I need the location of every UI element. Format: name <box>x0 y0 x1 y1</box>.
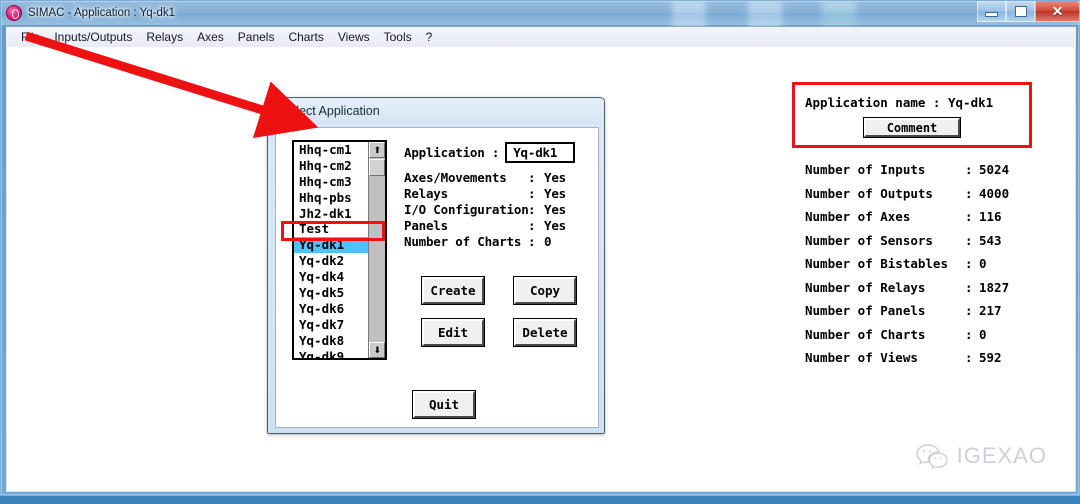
stat-value: 0 <box>979 256 987 272</box>
edit-button[interactable]: Edit <box>422 319 484 346</box>
list-item[interactable]: Hhq-cm1 <box>294 142 368 158</box>
property-panels: Panels : Yes <box>404 218 566 233</box>
property-value: Yes <box>544 218 566 233</box>
application-field-row: Application : Yq-dk1 <box>404 142 576 163</box>
application-info-panel: Application name : Yq-dk1 Comment Number… <box>792 82 1032 370</box>
list-item[interactable]: Test <box>294 221 368 237</box>
quit-button[interactable]: Quit <box>413 391 475 418</box>
list-item[interactable]: Yq-dk2 <box>294 253 368 269</box>
watermark-text: IGEXAO <box>956 443 1047 468</box>
application-properties: Axes/Movements : Yes Relays : Yes I/O Co… <box>404 170 584 250</box>
comment-button[interactable]: Comment <box>864 118 960 137</box>
list-item-selected[interactable]: Yq-dk1 <box>294 237 369 254</box>
window-title: SIMAC - Application : Yq-dk1 <box>28 7 176 19</box>
app-circle-icon <box>6 5 22 21</box>
property-io-configuration: I/O Configuration : Yes <box>404 202 566 217</box>
list-item[interactable]: Hhq-cm2 <box>294 158 368 174</box>
scroll-up-arrow-icon[interactable]: ⬆ <box>369 142 386 158</box>
menu-bar: File Inputs/Outputs Relays Axes Panels C… <box>6 26 1076 47</box>
list-item[interactable]: Yq-dk5 <box>294 285 368 301</box>
menu-item-file[interactable]: File <box>14 28 47 46</box>
select-application-dialog: Select Application Hhq-cm1 Hhq-cm2 Hhq-c… <box>267 97 605 434</box>
maximize-button[interactable] <box>1006 1 1035 22</box>
menu-item-axes[interactable]: Axes <box>190 28 231 46</box>
copy-button[interactable]: Copy <box>514 277 576 304</box>
scroll-down-arrow-icon[interactable]: ⬇ <box>369 342 386 358</box>
menu-item-relays[interactable]: Relays <box>139 28 190 46</box>
watermark: IGEXAO <box>915 443 1047 469</box>
menu-item-panels[interactable]: Panels <box>231 28 282 46</box>
menu-item-views[interactable]: Views <box>331 28 377 46</box>
list-item[interactable]: Hhq-pbs <box>294 190 368 206</box>
property-number-of-charts: Number of Charts : 0 <box>404 234 552 249</box>
stat-row-charts: Number of Charts : 0 <box>805 326 987 342</box>
menu-item-inputs-outputs[interactable]: Inputs/Outputs <box>47 28 139 46</box>
dialog-body: Hhq-cm1 Hhq-cm2 Hhq-cm3 Hhq-pbs Jh2-dk1 … <box>275 127 599 428</box>
property-value: Yes <box>544 202 566 217</box>
menu-item-charts[interactable]: Charts <box>281 28 330 46</box>
dialog-title: Select Application <box>268 98 604 124</box>
list-item[interactable]: Yq-dk7 <box>294 317 368 333</box>
stat-row-axes: Number of Axes : 116 <box>805 209 1002 225</box>
stat-row-inputs: Number of Inputs : 5024 <box>805 162 1010 178</box>
list-item[interactable]: Hhq-cm3 <box>294 174 368 190</box>
stat-value: 116 <box>979 209 1002 225</box>
application-header-highlight: Application name : Yq-dk1 Comment <box>792 82 1032 148</box>
stat-value: 4000 <box>979 185 1010 201</box>
property-value: Yes <box>544 170 566 185</box>
list-item[interactable]: Yq-dk9 <box>294 349 368 358</box>
stat-row-views: Number of Views : 592 <box>805 350 1002 366</box>
menu-item-help[interactable]: ? <box>419 28 440 46</box>
stat-value: 1827 <box>979 279 1010 295</box>
list-item[interactable]: Yq-dk6 <box>294 301 368 317</box>
property-value: 0 <box>544 234 552 249</box>
application-listbox[interactable]: Hhq-cm1 Hhq-cm2 Hhq-cm3 Hhq-pbs Jh2-dk1 … <box>292 140 387 360</box>
stat-value: 0 <box>979 326 987 342</box>
application-label: Application : <box>404 145 500 160</box>
close-icon[interactable]: ✕ <box>1035 1 1080 22</box>
application-name-line: Application name : Yq-dk1 <box>805 95 994 110</box>
client-area: Select Application Hhq-cm1 Hhq-cm2 Hhq-c… <box>6 47 1076 492</box>
list-item[interactable]: Yq-dk8 <box>294 333 368 349</box>
stat-value: 5024 <box>979 162 1010 178</box>
scrollbar-thumb[interactable] <box>369 159 386 176</box>
stat-row-outputs: Number of Outputs : 4000 <box>805 185 1010 201</box>
list-item[interactable]: Yq-dk4 <box>294 269 368 285</box>
title-bar[interactable]: SIMAC - Application : Yq-dk1 ✕ <box>1 1 1080 25</box>
stat-row-bistables: Number of Bistables : 0 <box>805 256 987 272</box>
window-controls: ✕ <box>977 1 1080 22</box>
stat-value: 217 <box>979 303 1002 319</box>
property-relays: Relays : Yes <box>404 186 566 201</box>
stat-value: 592 <box>979 350 1002 366</box>
listbox-scrollbar[interactable]: ⬆ ⬇ <box>368 142 386 358</box>
property-axes-movements: Axes/Movements : Yes <box>404 170 566 185</box>
menu-item-tools[interactable]: Tools <box>377 28 419 46</box>
wechat-bubble-icon <box>915 444 948 469</box>
minimize-button[interactable] <box>977 1 1006 22</box>
stat-value: 543 <box>979 232 1002 248</box>
application-window: SIMAC - Application : Yq-dk1 ✕ File Inpu… <box>0 0 1080 496</box>
create-button[interactable]: Create <box>422 277 484 304</box>
stat-row-relays: Number of Relays : 1827 <box>805 279 1010 295</box>
stat-row-panels: Number of Panels : 217 <box>805 303 1002 319</box>
list-item[interactable]: Jh2-dk1 <box>294 206 368 222</box>
property-value: Yes <box>544 186 566 201</box>
delete-button[interactable]: Delete <box>514 319 576 346</box>
stat-row-sensors: Number of Sensors : 543 <box>805 232 1002 248</box>
application-list[interactable]: Hhq-cm1 Hhq-cm2 Hhq-cm3 Hhq-pbs Jh2-dk1 … <box>294 142 369 358</box>
application-input[interactable]: Yq-dk1 <box>505 142 576 163</box>
